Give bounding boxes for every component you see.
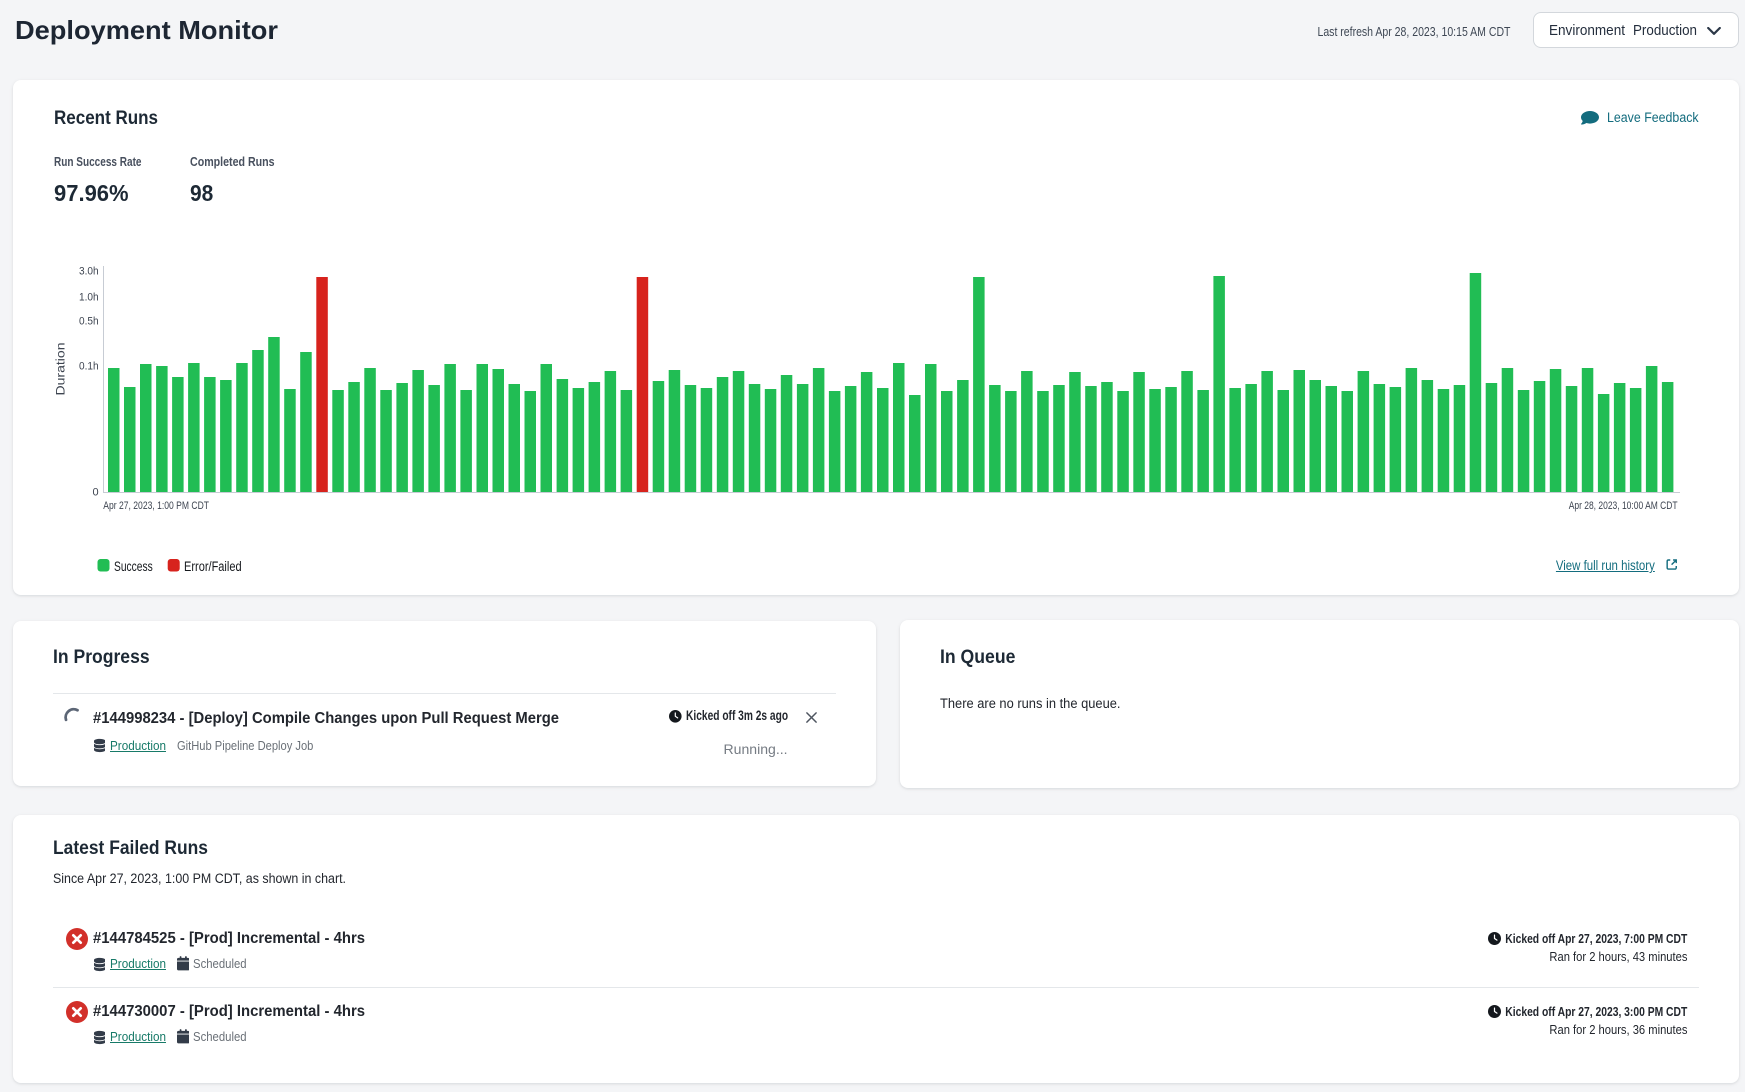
- svg-text:0.5h: 0.5h: [79, 316, 99, 328]
- svg-text:Apr 28, 2023, 10:00 AM CDT: Apr 28, 2023, 10:00 AM CDT: [1569, 500, 1678, 512]
- svg-text:Duration: Duration: [56, 343, 68, 396]
- svg-text:3.0h: 3.0h: [79, 266, 99, 278]
- svg-text:Apr 27, 2023, 1:00 PM CDT: Apr 27, 2023, 1:00 PM CDT: [103, 500, 209, 512]
- svg-text:0.1h: 0.1h: [79, 361, 99, 373]
- svg-text:0: 0: [92, 487, 98, 499]
- svg-text:1.0h: 1.0h: [79, 292, 99, 304]
